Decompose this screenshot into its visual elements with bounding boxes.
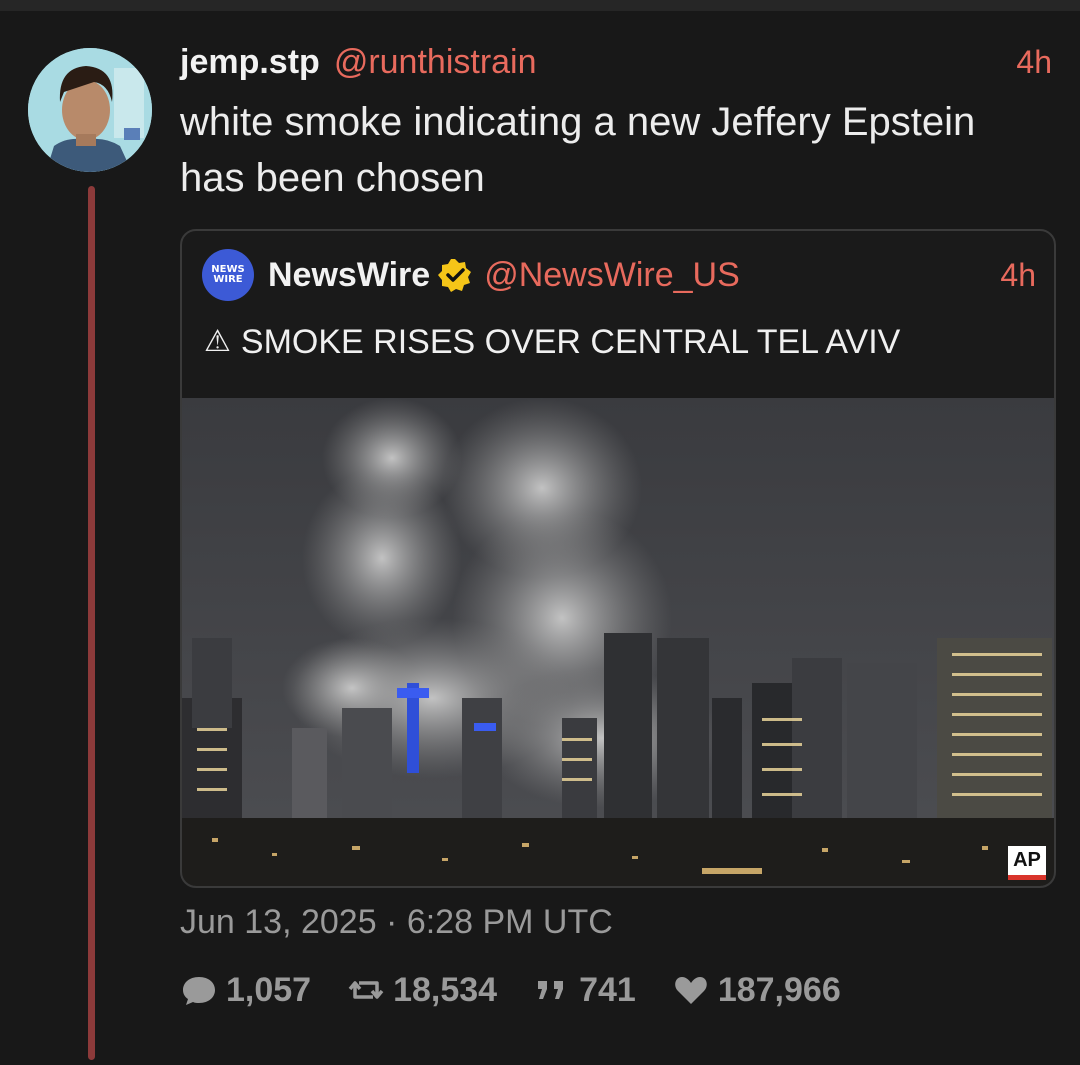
quote-time[interactable]: 4h (1000, 257, 1036, 294)
quote-card[interactable]: NEWS WIRE NewsWire @NewsWire_US 4h ⚠ SMO… (180, 229, 1056, 888)
avatar-image (28, 48, 152, 172)
post-time[interactable]: 4h (1016, 44, 1052, 81)
quote-author-handle[interactable]: @NewsWire_US (484, 256, 740, 295)
reply-count: 1,057 (226, 970, 312, 1009)
verified-icon (438, 259, 472, 292)
quote-image[interactable]: AP (182, 398, 1054, 886)
repost-stat[interactable]: 18,534 (347, 971, 497, 1010)
author-name[interactable]: jemp.stp (180, 43, 320, 82)
post-text: white smoke indicating a new Jeffery Eps… (180, 100, 976, 200)
reply-icon (183, 977, 215, 1005)
like-icon (675, 977, 707, 1004)
tel-aviv-smoke-photo (182, 398, 1054, 886)
reply-stat[interactable]: 1,057 (180, 971, 311, 1010)
like-count: 187,966 (717, 970, 841, 1009)
post-timestamp[interactable]: Jun 13, 2025 · 6:28 PM UTC (180, 903, 613, 942)
like-stat[interactable]: 187,966 (672, 971, 841, 1010)
quote-author-name[interactable]: NewsWire (268, 256, 430, 295)
post-stats: 1,057 18,534 741 187,966 (180, 968, 877, 1012)
post-header: jemp.stp @runthistrain 4h (180, 43, 1052, 87)
newswire-logo[interactable]: NEWS WIRE (202, 249, 254, 301)
quote-header: NEWS WIRE NewsWire @NewsWire_US 4h (202, 249, 1036, 301)
top-bar (0, 0, 1080, 11)
repost-count: 18,534 (393, 970, 498, 1009)
newswire-logo-text: NEWS WIRE (211, 264, 245, 285)
thread-line (88, 186, 95, 1060)
quote-count: 741 (579, 970, 636, 1009)
ap-credit-badge: AP (1008, 846, 1046, 880)
repost-icon (348, 981, 384, 999)
author-handle[interactable]: @runthistrain (334, 43, 537, 82)
quote-text-row: ⚠ SMOKE RISES OVER CENTRAL TEL AVIV (204, 319, 1044, 365)
quote-text: SMOKE RISES OVER CENTRAL TEL AVIV (240, 323, 901, 361)
avatar[interactable] (28, 48, 152, 172)
quote-icon (538, 981, 564, 999)
quote-stat[interactable]: 741 (533, 971, 636, 1010)
warning-icon: ⚠ (204, 324, 231, 359)
